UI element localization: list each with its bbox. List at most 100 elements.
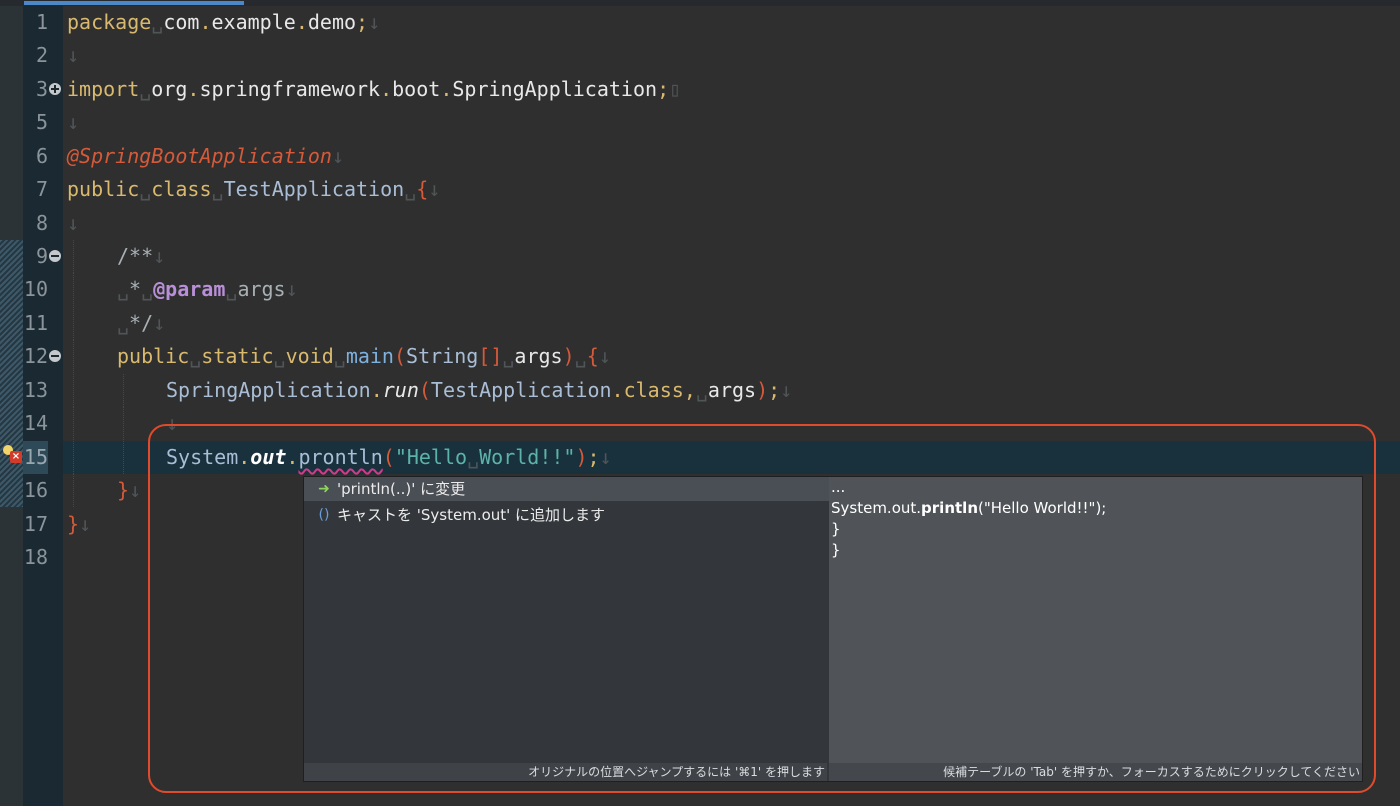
line-number[interactable]: 17	[23, 508, 48, 541]
preview-line: System.out.println("Hello World!!");	[831, 499, 1107, 517]
code-line[interactable]: 13 SpringApplication.run(TestApplication.…	[0, 374, 1400, 407]
code-line[interactable]: 7 public␣class␣TestApplication␣{↓	[0, 173, 1400, 206]
quick-fix-item[interactable]: ➜ 'println(..)' に変更	[304, 477, 829, 501]
code-token: ;	[657, 77, 670, 101]
code-token: SpringApplication	[452, 77, 658, 101]
quick-fix-preview: ... System.out.println("Hello World!!");}…	[829, 477, 1362, 781]
code-token: .	[611, 378, 624, 402]
collapse-fold-icon[interactable]	[49, 250, 61, 262]
code-token: ␣	[117, 311, 130, 335]
code-token: main	[345, 344, 394, 368]
code-token: SpringApplication	[166, 378, 371, 402]
line-number[interactable]: 2	[23, 39, 48, 72]
code-token: ▯	[669, 77, 682, 101]
add-cast-icon: ()	[318, 507, 330, 523]
collapse-fold-icon[interactable]	[49, 350, 61, 362]
code-line[interactable]: 1 package␣com.example.demo;↓	[0, 6, 1400, 39]
code-token: example	[211, 10, 296, 34]
error-marker-icon[interactable]: ×	[10, 451, 22, 463]
code-token: com	[163, 10, 200, 34]
code-line[interactable]: 12 public␣static␣void␣main(String[]␣args)…	[0, 340, 1400, 373]
quick-fix-item[interactable]: () キャストを 'System.out' に追加します	[304, 503, 829, 527]
expand-fold-icon[interactable]	[49, 83, 61, 95]
indent-guide	[73, 273, 75, 306]
preview-line: }	[831, 520, 841, 538]
code-token: static	[201, 344, 274, 368]
code-text: package␣com.example.demo;↓	[67, 6, 380, 39]
indent-guide	[73, 340, 75, 373]
indent-guide	[73, 407, 75, 440]
line-number[interactable]: 16	[23, 474, 48, 507]
code-token: ;	[356, 10, 369, 34]
code-token: run	[382, 378, 419, 402]
code-line[interactable]: 9 /**↓	[0, 240, 1400, 273]
code-line[interactable]: 5 ↓	[0, 106, 1400, 139]
code-token: /**	[117, 244, 154, 268]
indent-guide	[73, 374, 75, 407]
code-token: .	[295, 10, 308, 34]
indent-guide	[73, 307, 75, 340]
code-line[interactable]: 2 ↓	[0, 39, 1400, 72]
code-token: ↓	[368, 10, 381, 34]
code-text: }↓	[67, 508, 91, 541]
line-number[interactable]: 11	[23, 307, 48, 340]
code-token: ␣	[211, 177, 224, 201]
code-token: @SpringBootApplication	[67, 144, 332, 168]
quick-fix-label: キャストを 'System.out' に追加します	[337, 506, 606, 524]
code-line[interactable]: 10 ␣*␣@param␣args↓	[0, 273, 1400, 306]
code-token: .	[380, 77, 393, 101]
code-token: ␣	[502, 344, 515, 368]
active-tab-indicator[interactable]	[24, 1, 244, 5]
code-token: .	[370, 378, 383, 402]
code-token: @param	[153, 277, 226, 301]
code-token: class	[151, 177, 212, 201]
line-number[interactable]: 1	[23, 6, 48, 39]
line-number[interactable]: 13	[23, 374, 48, 407]
code-text: @SpringBootApplication↓	[67, 140, 344, 173]
code-line[interactable]: 6 @SpringBootApplication↓	[0, 140, 1400, 173]
indent-guide	[73, 441, 75, 474]
code-token: *	[129, 277, 142, 301]
code-token: args	[237, 277, 286, 301]
indent-guide	[73, 474, 75, 507]
code-text: ␣*␣@param␣args↓	[117, 273, 298, 306]
code-token: public	[117, 344, 190, 368]
code-token: ␣	[333, 344, 346, 368]
line-number[interactable]: 18	[23, 541, 48, 574]
code-line[interactable]: 3 import␣org.springframework.boot.SpringA…	[0, 73, 1400, 106]
code-token: {	[416, 177, 429, 201]
code-token: TestApplication	[223, 177, 405, 201]
line-number[interactable]: 7	[23, 173, 48, 206]
line-number[interactable]: 15	[23, 441, 48, 474]
quick-fix-popup[interactable]: ➜ 'println(..)' に変更 () キャストを 'System.out' に…	[303, 476, 1363, 782]
code-text: public␣static␣void␣main(String[]␣args)␣{…	[117, 340, 611, 373]
line-number[interactable]: 6	[23, 140, 48, 173]
code-token: ↓	[153, 244, 166, 268]
code-token: (	[418, 378, 431, 402]
indent-guide	[73, 240, 75, 273]
code-text: SpringApplication.run(TestApplication.cl…	[166, 374, 792, 407]
line-number[interactable]: 12	[23, 340, 48, 373]
code-token: ↓	[67, 43, 80, 67]
line-number[interactable]: 10	[23, 273, 48, 306]
code-token: ␣	[574, 344, 587, 368]
code-token: ↓	[285, 277, 298, 301]
line-number[interactable]: 14	[23, 407, 48, 440]
line-number[interactable]: 9	[23, 240, 48, 273]
line-number[interactable]: 8	[23, 207, 48, 240]
line-number[interactable]: 3	[23, 73, 48, 106]
code-token: ␣	[225, 277, 238, 301]
code-token: ␣	[404, 177, 417, 201]
code-token: args	[707, 378, 757, 402]
code-line[interactable]: 8 ↓	[0, 207, 1400, 240]
line-number[interactable]: 5	[23, 106, 48, 139]
code-line[interactable]: 11 ␣*/↓	[0, 307, 1400, 340]
code-token: ↓	[598, 344, 611, 368]
code-token: package	[67, 10, 152, 34]
code-text: ↓	[67, 207, 79, 240]
quick-fix-list[interactable]: ➜ 'println(..)' に変更 () キャストを 'System.out' に…	[304, 477, 829, 781]
code-token: boot	[392, 77, 441, 101]
code-token: import	[67, 77, 140, 101]
code-token: ↓	[780, 378, 793, 402]
code-token: ␣	[139, 77, 152, 101]
